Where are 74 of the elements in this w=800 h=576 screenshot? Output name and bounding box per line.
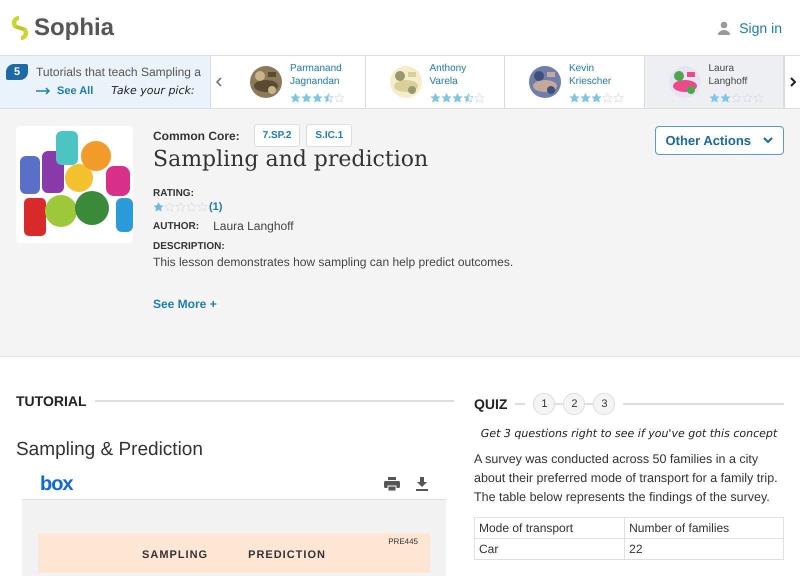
chevron-left-icon [216,77,222,87]
see-more-link[interactable]: See More + [153,297,217,311]
tutor-name: Parmanand Jagnandan [290,62,343,88]
chevron-down-icon [763,137,773,144]
star-icon [164,202,175,212]
arrow-icon [36,86,52,94]
viewer-logo: box [40,472,73,496]
star-icon [580,93,591,103]
chevron-right-icon [790,77,796,87]
download-button[interactable] [416,477,428,491]
rating-label: RATING: [153,188,195,199]
logo-icon [10,14,30,40]
see-all-link[interactable]: See All [36,84,94,96]
table-header: Number of families [624,518,784,538]
document-title: PREDICTION [248,549,326,561]
star-icon [752,93,764,103]
star-icon [474,93,484,103]
star-icon [720,93,730,103]
user-icon [717,20,732,34]
carousel-title: Tutorials that teach Sampling a [36,65,201,79]
tutor-card[interactable]: Laura Langhoff [644,56,784,108]
star-icon [301,93,312,103]
star-icon [569,93,580,103]
table-cell: 22 [624,538,784,560]
lesson-title: Sampling and prediction [153,147,430,172]
rating-count[interactable]: (1) [209,201,222,213]
star-icon [602,93,613,103]
star-icon [312,93,323,103]
standard-tag[interactable]: S.IC.1 [306,124,352,147]
star-icon [613,93,624,103]
standard-tag[interactable]: 7.SP.2 [254,124,300,147]
section-heading: TUTORIAL [16,393,87,409]
question-step[interactable]: 1 [533,393,556,415]
logo-text[interactable]: Sophia [34,14,114,42]
description-text: This lesson demonstrates how sampling can help predict outcomes. [153,255,514,269]
star-icon [730,93,742,103]
star-icon [175,202,186,212]
tutor-name: Kevin Kriescher [569,62,612,88]
document-title: SAMPLING [142,549,208,561]
author-label: AUTHOR: [153,220,200,232]
pick-prompt: Take your pick: [111,84,195,97]
question-step[interactable]: 3 [593,393,616,415]
star-icon [334,93,345,103]
question-text: A survey was conducted across 50 families in a city about their preferred mode of transport for a family trip. The table below represents the findings of the survey. [474,451,779,506]
download-icon [416,477,428,491]
star-icon [708,93,720,103]
tutor-name: Anthony Varela [430,62,468,88]
star-icon [323,93,334,103]
star-icon [186,202,197,212]
section-heading: QUIZ [474,396,508,412]
star-icon [452,93,462,103]
tutor-name: Laura Langhoff [708,62,748,88]
star-icon [290,93,301,103]
star-icon [197,202,208,212]
printer-icon [384,477,400,491]
question-step[interactable]: 2 [563,393,586,415]
author-name: Laura Langhoff [213,219,294,233]
table-cell: Car [474,538,625,560]
document-code: PRE445 [388,537,418,546]
table-header: Mode of transport [474,518,625,538]
star-icon [591,93,602,103]
description-label: DESCRIPTION: [153,241,226,252]
count-badge: 5 [6,64,28,80]
star-icon [440,93,452,103]
standards-label: Common Core: [153,128,240,142]
star-icon [462,93,474,103]
quiz-prompt: Get 3 questions right to see if you've got this concept [480,427,778,440]
sign-in-button[interactable]: Sign in [711,18,788,36]
star-icon [742,93,752,103]
print-button[interactable] [384,477,400,491]
star-icon [430,93,440,103]
star-icon [153,202,164,212]
other-actions-button[interactable]: Other Actions [654,126,784,155]
tutorial-title: Sampling & Prediction [16,439,204,461]
